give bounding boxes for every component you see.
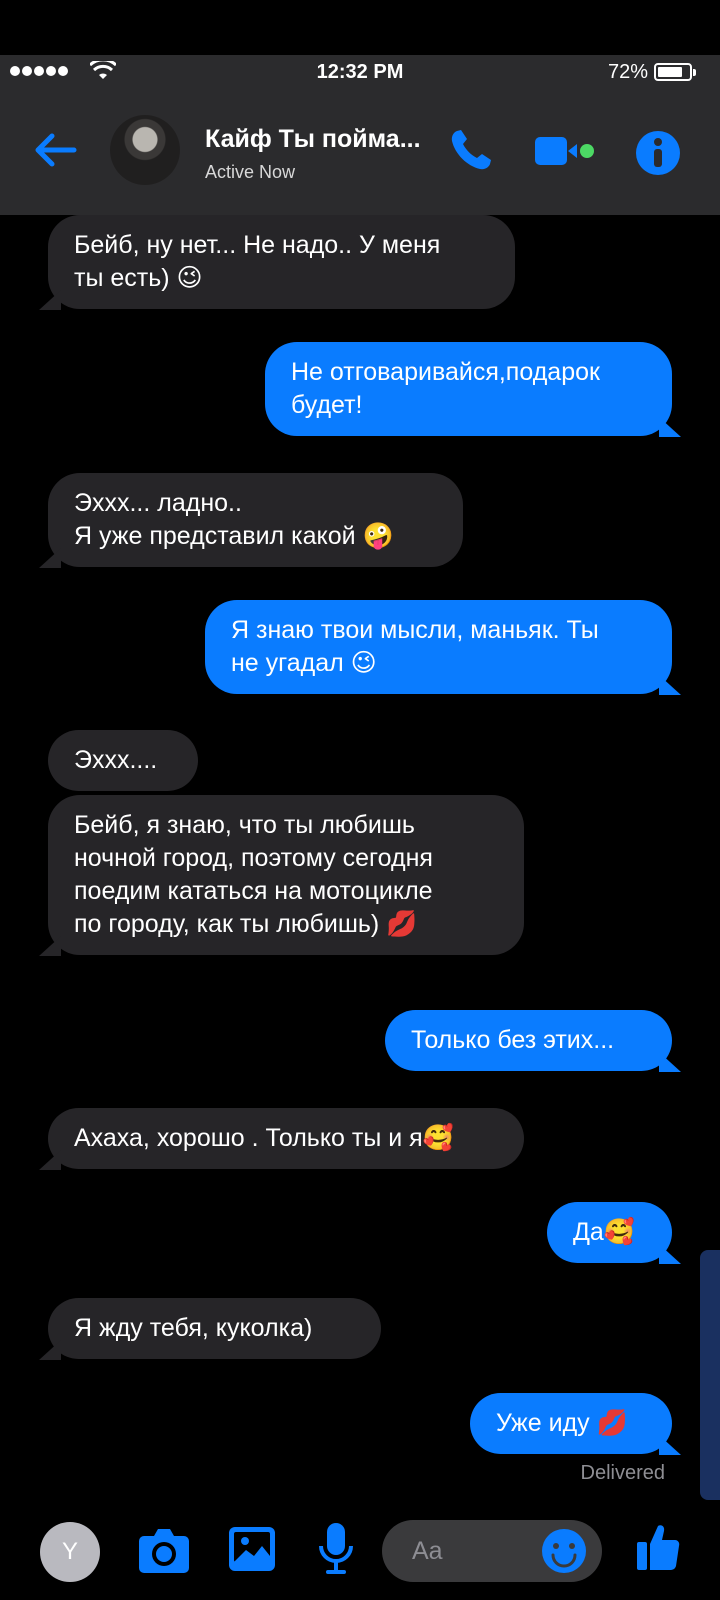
incoming-message[interactable]: Эххх.... <box>48 730 198 791</box>
image-gallery-icon[interactable] <box>228 1526 276 1572</box>
video-call-icon[interactable] <box>535 135 597 167</box>
top-gap <box>0 0 720 55</box>
composer-bar: Y Aa <box>0 1500 720 1600</box>
outgoing-message[interactable]: Я знаю твои мысли, маньяк. Ты не угадал … <box>205 600 672 694</box>
user-avatar[interactable]: Y <box>40 1522 100 1582</box>
emoji-icon[interactable] <box>540 1527 588 1575</box>
incoming-message[interactable]: Ахаха, хорошо . Только ты и я🥰 <box>48 1108 524 1169</box>
message-list[interactable]: Бейб, ну нет... Не надо.. У меня ты есть… <box>0 215 720 1475</box>
incoming-message[interactable]: Бейб, ну нет... Не надо.. У меня ты есть… <box>48 215 515 309</box>
scrollbar[interactable] <box>700 1250 720 1500</box>
incoming-message[interactable]: Эххх... ладно.. Я уже представил какой 🤪 <box>48 473 463 567</box>
thumbs-up-icon[interactable] <box>636 1522 680 1572</box>
message-input[interactable]: Aa <box>382 1520 602 1582</box>
contact-name[interactable]: Кайф Ты пойма... <box>205 125 421 154</box>
chat-header: 12:32 PM 72% Кайф Ты пойма... Active Now <box>0 55 720 215</box>
outgoing-message[interactable]: Не отговаривайся,подарок будет! <box>265 342 672 436</box>
incoming-message[interactable]: Я жду тебя, куколка) <box>48 1298 381 1359</box>
status-bar: 12:32 PM 72% <box>0 55 720 95</box>
battery-icon <box>654 63 696 81</box>
outgoing-message[interactable]: Только без этих... <box>385 1010 672 1071</box>
message-input-placeholder: Aa <box>412 1537 443 1565</box>
contact-status: Active Now <box>205 162 296 182</box>
microphone-icon[interactable] <box>318 1522 354 1576</box>
incoming-message[interactable]: Бейб, я знаю, что ты любишь ночной город… <box>48 795 524 955</box>
outgoing-message[interactable]: Уже иду 💋 <box>470 1393 672 1454</box>
delivery-status: Delivered <box>580 1462 665 1484</box>
back-arrow-icon[interactable] <box>30 130 80 170</box>
outgoing-message[interactable]: Да🥰 <box>547 1202 672 1263</box>
battery-percent: 72% <box>607 61 648 83</box>
contact-avatar[interactable] <box>110 115 180 185</box>
camera-icon[interactable] <box>138 1526 190 1574</box>
info-icon[interactable] <box>635 130 681 176</box>
phone-icon[interactable] <box>448 127 494 173</box>
